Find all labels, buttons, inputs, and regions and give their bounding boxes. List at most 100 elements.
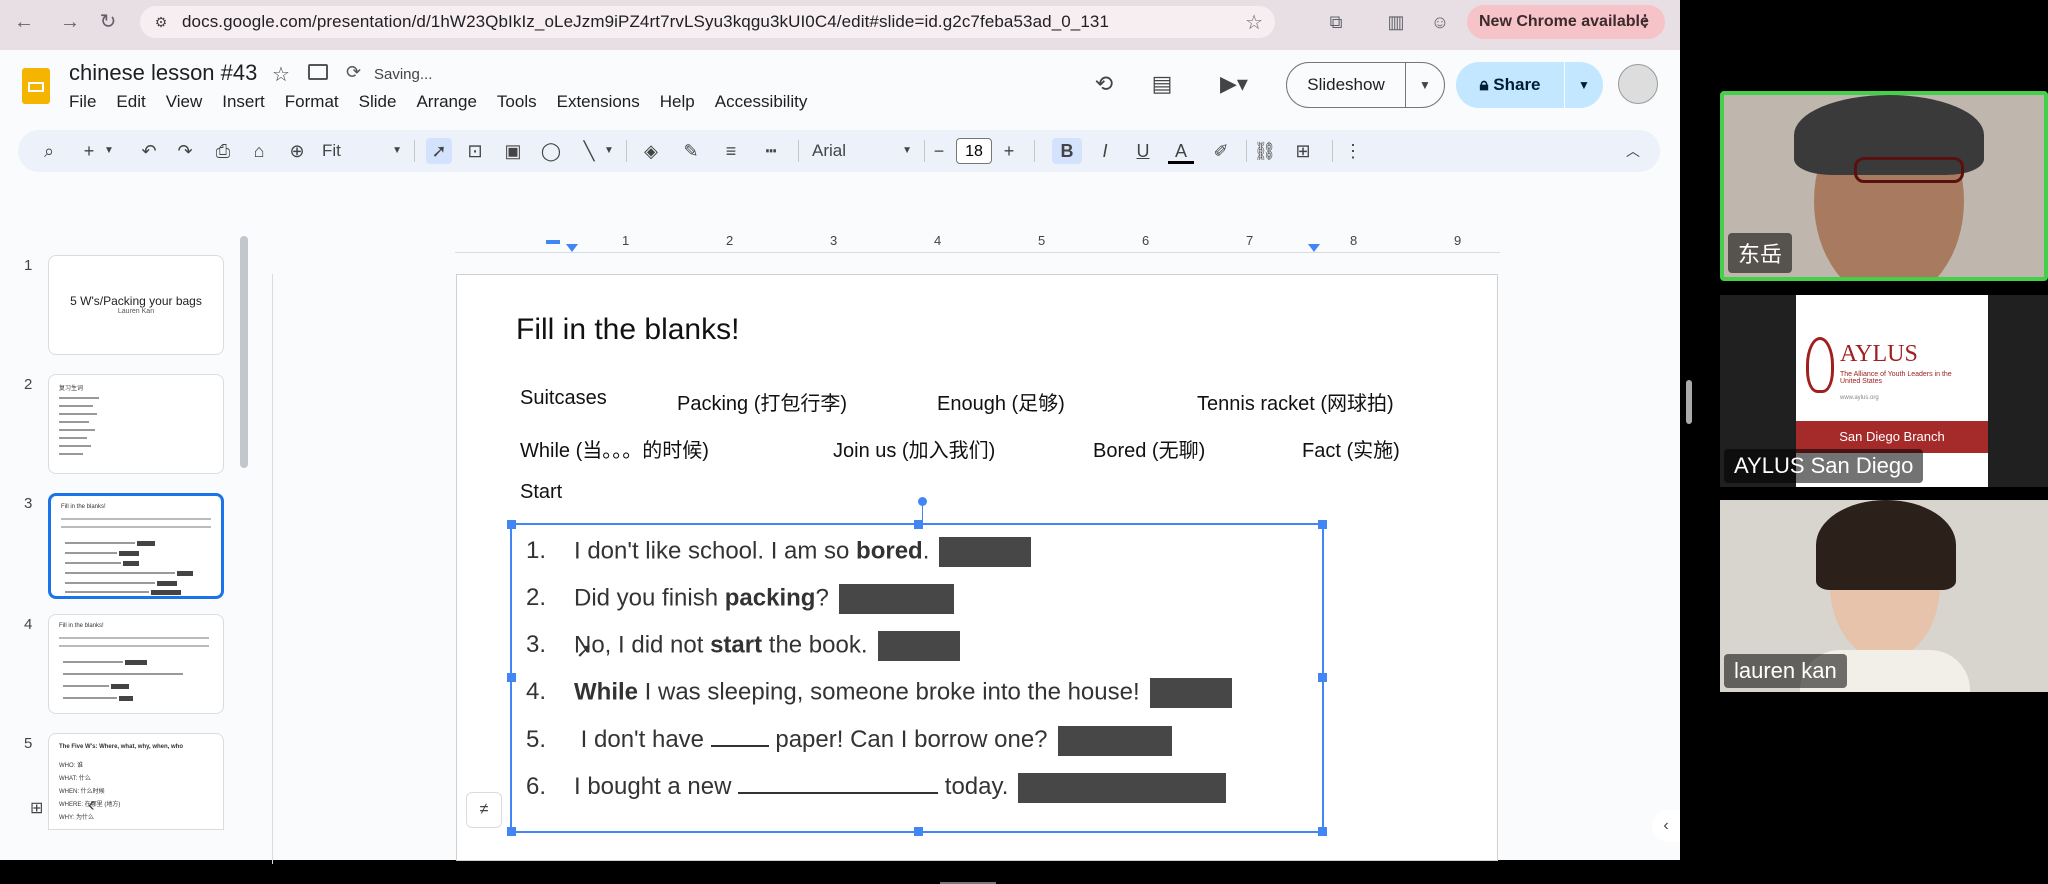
slide-title[interactable]: Fill in the blanks! [516,313,739,347]
vertical-ruler[interactable] [258,274,273,864]
answer-cover-box[interactable] [838,584,954,614]
resize-handle[interactable] [914,827,923,836]
url-text[interactable]: docs.google.com/presentation/d/1hW23QbIk… [182,6,1109,38]
increase-font-icon[interactable]: + [998,138,1020,164]
select-cursor-icon[interactable]: ➚ [426,138,452,164]
redo-icon[interactable]: ↷ [172,138,198,164]
resize-handle[interactable] [914,520,923,529]
reload-icon[interactable]: ↻ [96,10,120,34]
print-icon[interactable]: ⎙ [210,138,236,164]
slides-logo-icon[interactable] [22,68,50,104]
question-line[interactable]: 6. I bought a new today. [526,772,1227,803]
profile-icon[interactable]: ☺ [1428,10,1452,34]
menu-view[interactable]: View [166,92,213,112]
menu-tools[interactable]: Tools [497,92,547,112]
font-select[interactable]: Arial ▼ [812,138,912,164]
word-bank-item[interactable]: Packing (打包行李) [677,387,847,416]
question-line[interactable]: 2. Did you finish packing? [526,584,954,614]
right-indent-marker[interactable] [1308,244,1320,252]
slide-thumbnail-3[interactable]: Fill in the blanks! [48,493,224,599]
menu-slide[interactable]: Slide [359,92,407,112]
border-weight-icon[interactable]: ≡ [718,138,744,164]
address-bar[interactable]: ⚙ docs.google.com/presentation/d/1hW23Qb… [140,6,1275,38]
question-line[interactable]: 5. I don't have paper! Can I borrow one? [526,725,1172,756]
move-folder-icon[interactable] [308,64,328,80]
line-icon[interactable]: ╲ [576,138,602,164]
shape-icon[interactable]: ◯ [538,138,564,164]
menu-accessibility[interactable]: Accessibility [715,92,818,112]
resize-handle[interactable] [507,827,516,836]
line-dropdown-icon[interactable]: ▼ [602,138,616,164]
answer-cover-box[interactable] [939,537,1032,567]
word-bank-item[interactable]: Join us (加入我们) [833,434,995,463]
menu-help[interactable]: Help [660,92,705,112]
meet-camera-icon[interactable]: ▶▾ [1212,70,1256,98]
search-menus-icon[interactable]: ⌕ [36,138,62,164]
share-button[interactable]: 🔒︎ Share [1456,62,1564,108]
grid-view-icon[interactable]: ⊞ [30,798,52,818]
slide-thumbnail-2[interactable]: 复习生词 [48,374,224,474]
highlight-icon[interactable]: ✐ [1208,138,1234,164]
resize-handle[interactable] [1318,520,1327,529]
answer-cover-box[interactable] [1057,725,1172,756]
filmstrip-scrollbar[interactable] [240,236,248,468]
zoom-icon[interactable]: ⊕ [284,138,310,164]
decrease-font-icon[interactable]: − [928,138,950,164]
avatar[interactable] [1618,64,1658,104]
indent-marker[interactable] [566,244,578,252]
answer-cover-box[interactable] [877,631,960,661]
zoom-select[interactable]: Fit ▼ [322,138,402,164]
menu-file[interactable]: File [69,92,106,112]
new-chrome-button[interactable]: New Chrome available ⋮ [1467,5,1665,39]
font-size-input[interactable]: 18 [956,138,992,164]
participant-tile[interactable]: 东岳 [1720,91,2048,281]
answer-cover-box[interactable] [1018,772,1227,803]
bookmark-star-icon[interactable]: ☆ [1245,10,1263,35]
fill-color-icon[interactable]: ◈ [638,138,664,164]
menu-extensions[interactable]: Extensions [557,92,650,112]
resize-handle[interactable] [1318,673,1327,682]
question-line[interactable]: 1. I don't like school. I am so bored. [526,537,1032,567]
panel-resize-handle[interactable] [1686,380,1692,424]
comments-icon[interactable]: ▤ [1148,70,1176,98]
speaker-notes-toggle-icon[interactable]: ≠ [466,792,502,828]
answer-cover-box[interactable] [1149,678,1232,708]
border-dash-icon[interactable]: ┅ [758,138,784,164]
more-options-icon[interactable]: ⋮ [1342,138,1364,164]
word-bank-item[interactable]: Start [520,481,562,504]
text-color-button[interactable]: A [1168,138,1194,164]
new-slide-icon[interactable]: + [76,138,102,164]
history-icon[interactable]: ⟲ [1090,70,1118,98]
horizontal-ruler[interactable] [455,236,1500,253]
collapse-toolbar-icon[interactable]: ︿ [1622,138,1644,164]
word-bank-item[interactable]: Suitcases [520,387,607,410]
undo-icon[interactable]: ↶ [136,138,162,164]
resize-handle[interactable] [1318,827,1327,836]
new-slide-dropdown-icon[interactable]: ▼ [102,138,116,164]
image-icon[interactable]: ▣ [500,138,526,164]
menu-insert[interactable]: Insert [222,92,275,112]
slide-thumbnail-4[interactable]: Fill in the blanks! [48,614,224,714]
participant-tile[interactable]: AYLUS The Alliance of Youth Leaders in t… [1720,295,2048,487]
slideshow-button[interactable]: Slideshow [1286,62,1406,108]
word-bank-item[interactable]: Bored (无聊) [1093,434,1205,463]
word-bank-item[interactable]: While (当。。。的时候) [520,434,709,463]
underline-button[interactable]: U [1130,138,1156,164]
word-bank-item[interactable]: Tennis racket (网球拍) [1197,387,1394,416]
menu-format[interactable]: Format [285,92,349,112]
share-dropdown-icon[interactable]: ▼ [1565,62,1603,108]
border-color-icon[interactable]: ✎ [678,138,704,164]
slide-thumbnail-1[interactable]: 5 W's/Packing your bags Lauren Kan [48,255,224,355]
menu-arrange[interactable]: Arrange [416,92,486,112]
textbox-icon[interactable]: ⊡ [462,138,488,164]
question-line[interactable]: 4. While I was sleeping, someone broke in… [526,678,1232,708]
add-comment-icon[interactable]: ⊞ [1290,138,1316,164]
bold-button[interactable]: B [1052,138,1082,164]
participant-tile[interactable]: lauren kan [1720,500,2048,692]
link-icon[interactable]: ⛓ [1252,138,1278,164]
menu-edit[interactable]: Edit [116,92,155,112]
rotate-handle[interactable] [918,497,927,506]
slide-canvas[interactable]: Fill in the blanks! Suitcases Packing (打… [456,274,1498,861]
word-bank-item[interactable]: Enough (足够) [937,387,1065,416]
document-title[interactable]: chinese lesson #43 [69,60,257,86]
